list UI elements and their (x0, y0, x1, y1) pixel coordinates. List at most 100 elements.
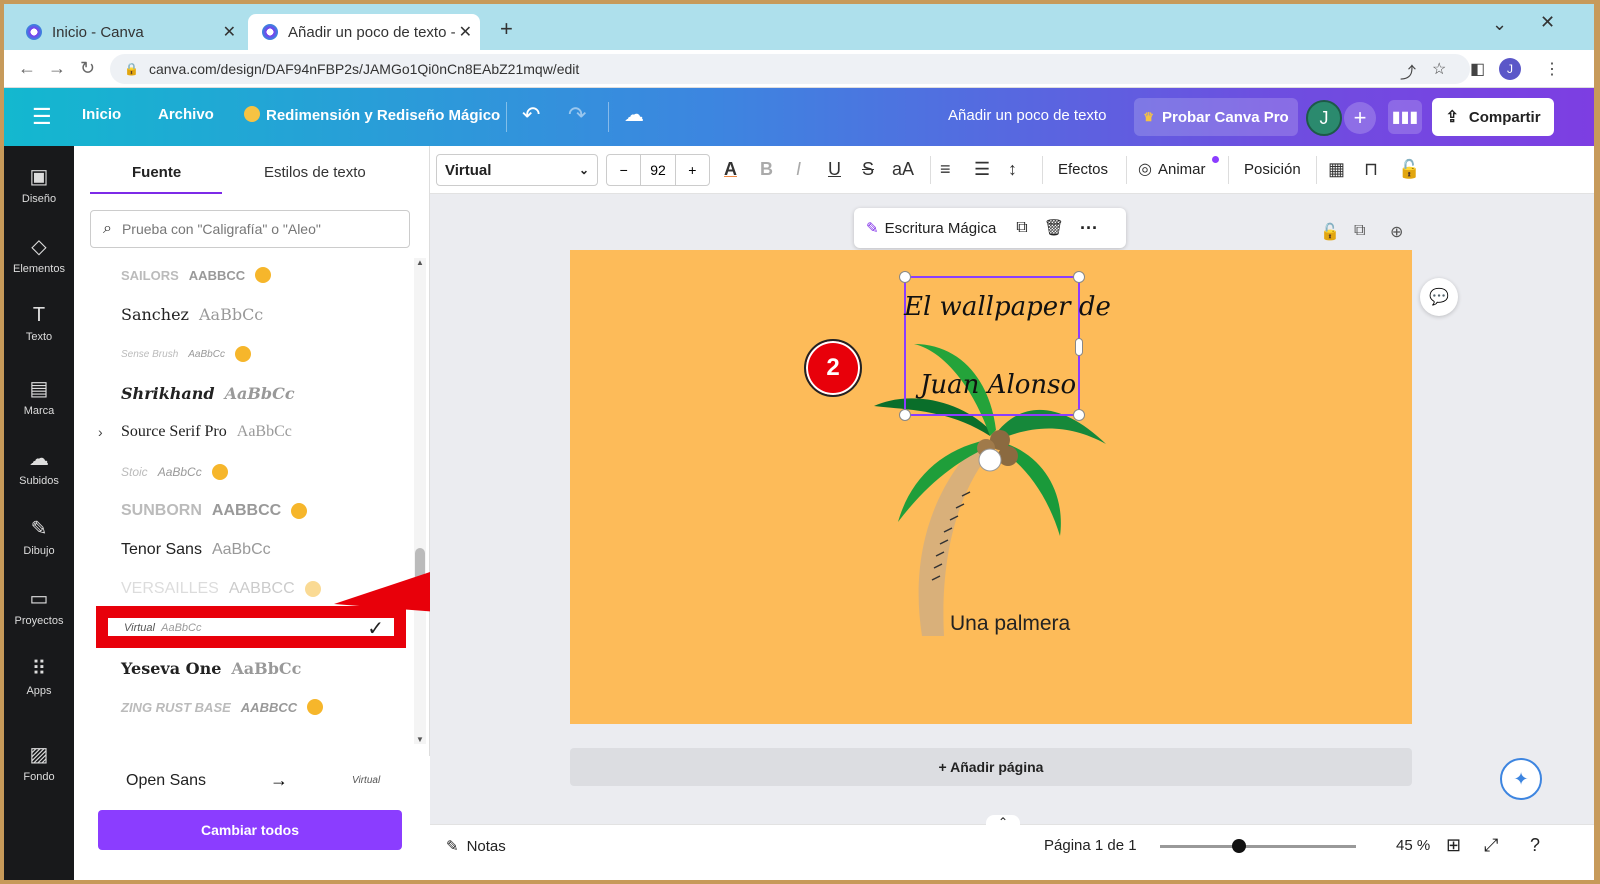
font-item-tenor-sans[interactable]: Tenor Sans AaBbCc (121, 535, 271, 565)
rail-item-design[interactable]: ▣ Diseño (4, 164, 74, 205)
undo-icon[interactable]: ↶ (522, 102, 540, 128)
share-page-icon[interactable]: ⤴ (1400, 59, 1416, 83)
add-page-icon[interactable]: ⊕ (1390, 222, 1403, 242)
share-button[interactable]: ⇪ Compartir (1432, 98, 1554, 136)
magic-resize-button[interactable]: Redimensión y Rediseño Mágico (244, 106, 500, 124)
scroll-down-icon[interactable]: ▼ (416, 735, 424, 744)
decrease-size-button[interactable]: − (607, 155, 642, 185)
zoom-level[interactable]: 45 % (1396, 837, 1430, 854)
text-color-icon[interactable]: A (724, 159, 737, 180)
page-lock-icon[interactable]: 🔓 (1320, 222, 1340, 242)
font-size-value[interactable]: 92 (641, 155, 676, 185)
new-tab-icon[interactable]: + (500, 16, 513, 42)
resize-handle[interactable] (899, 271, 911, 283)
comment-icon[interactable]: 💬 (1420, 278, 1458, 316)
hamburger-menu-icon[interactable]: ☰ (32, 104, 52, 130)
side-panel-icon[interactable]: ◧ (1470, 59, 1485, 79)
tab-text-styles[interactable]: Estilos de texto (264, 164, 366, 181)
replace-all-button[interactable]: Cambiar todos (98, 810, 402, 850)
rail-item-apps[interactable]: ⠿ Apps (4, 656, 74, 697)
more-options-icon[interactable]: ··· (1080, 218, 1098, 239)
transparency-icon[interactable]: ▦ (1328, 159, 1345, 180)
selected-text-box[interactable]: El wallpaper de Juan Alonso (899, 271, 1111, 421)
close-tab-icon[interactable]: ✕ (459, 22, 472, 42)
document-title[interactable]: Añadir un poco de texto (948, 107, 1106, 124)
font-search-input[interactable]: ⌕ Prueba con "Caligrafía" o "Aleo" (90, 210, 410, 248)
strikethrough-icon[interactable]: S (862, 159, 874, 180)
align-center-icon[interactable]: ≡ (940, 159, 951, 180)
bold-icon[interactable]: B (760, 159, 773, 180)
magic-write-button[interactable]: Escritura Mágica (885, 220, 997, 237)
font-item-virtual-selected[interactable]: Virtual AaBbCc ✓ (96, 606, 406, 648)
help-icon[interactable]: ? (1530, 835, 1540, 856)
font-item-shrikhand[interactable]: Shrikhand AaBbCc (121, 378, 295, 408)
cloud-saved-icon[interactable]: ☁ (624, 102, 644, 127)
scroll-up-icon[interactable]: ▲ (416, 258, 424, 267)
browser-menu-icon[interactable]: ⋮ (1544, 59, 1560, 79)
font-item-versailles[interactable]: VERSAILLES AABBCC (121, 574, 321, 604)
font-item-yeseva-one[interactable]: Yeseva One AaBbCc (121, 653, 301, 683)
browser-tab-inicio[interactable]: Inicio - Canva ✕ (12, 14, 244, 50)
try-pro-button[interactable]: ♛ Probar Canva Pro (1134, 98, 1298, 136)
user-avatar[interactable]: J (1306, 100, 1342, 136)
window-close-icon[interactable]: ✕ (1540, 12, 1555, 33)
italic-icon[interactable]: I (796, 159, 801, 180)
font-item-sanchez[interactable]: Sanchez AaBbCc (121, 299, 263, 329)
close-tab-icon[interactable]: ✕ (223, 22, 236, 42)
url-field[interactable]: 🔒 canva.com/design/DAF94nFBP2s/JAMGo1Qi0… (110, 54, 1470, 84)
rail-item-draw[interactable]: ✎ Dibujo (4, 516, 74, 557)
forward-icon[interactable]: → (48, 58, 66, 79)
notes-button[interactable]: ✎ Notas (446, 837, 506, 855)
font-item-source-serif-pro[interactable]: Source Serif Pro AaBbCc (121, 417, 292, 447)
resize-handle[interactable] (899, 409, 911, 421)
rail-item-brand[interactable]: ▤ Marca (4, 376, 74, 417)
font-size-stepper[interactable]: − 92 + (606, 154, 710, 186)
spacing-icon[interactable]: ↕ (1008, 159, 1017, 180)
font-family-select[interactable]: Virtual ⌄ (436, 154, 598, 186)
browser-tab-active[interactable]: Añadir un poco de texto - ✕ (248, 14, 480, 50)
font-list-scrollbar[interactable]: ▲ ▼ (414, 258, 426, 744)
browser-profile-avatar[interactable]: J (1499, 58, 1521, 80)
lock-icon[interactable]: 🔓 (1398, 159, 1420, 180)
rotate-handle-icon[interactable] (978, 448, 1002, 472)
tab-font[interactable]: Fuente (132, 164, 181, 181)
font-item-sailors[interactable]: SAILORS AABBCC (121, 260, 272, 290)
grid-view-icon[interactable]: ⊞ (1446, 835, 1461, 856)
back-icon[interactable]: ← (18, 58, 36, 79)
rail-item-elements[interactable]: ◇ Elementos (4, 234, 74, 275)
font-item-zing-rust-base[interactable]: ZING RUST BASE AABBCC (121, 692, 324, 722)
duplicate-icon[interactable]: ⧉ (1016, 219, 1027, 237)
position-button[interactable]: Posición (1244, 161, 1301, 178)
redo-icon[interactable]: ↷ (568, 102, 586, 128)
paint-roller-icon[interactable]: ⊓ (1364, 159, 1378, 180)
underline-icon[interactable]: U (828, 159, 841, 180)
tab-list-chevron-icon[interactable]: ⌄ (1492, 14, 1507, 35)
magic-assistant-icon[interactable]: ✦ (1500, 758, 1542, 800)
rail-item-background[interactable]: ▨ Fondo (4, 742, 74, 783)
file-menu[interactable]: Archivo (158, 106, 214, 123)
page-indicator[interactable]: Página 1 de 1 (1044, 837, 1137, 854)
resize-handle[interactable] (1075, 338, 1083, 356)
font-item-sense-brush[interactable]: Sense Brush AaBbCc (121, 339, 251, 369)
bookmark-star-icon[interactable]: ☆ (1432, 59, 1446, 79)
home-link[interactable]: Inicio (82, 106, 121, 123)
font-item-stoic[interactable]: Stoic AaBbCc (121, 457, 228, 487)
zoom-slider-knob[interactable] (1232, 839, 1246, 853)
resize-handle[interactable] (1073, 271, 1085, 283)
design-text-line-1[interactable]: El wallpaper de (904, 292, 1111, 322)
zoom-slider[interactable] (1160, 845, 1356, 848)
rail-item-uploads[interactable]: ☁ Subidos (4, 446, 74, 487)
trash-icon[interactable]: 🗑 (1044, 218, 1064, 238)
design-text-line-2[interactable]: Juan Alonso (920, 370, 1076, 400)
letter-case-icon[interactable]: aA (892, 159, 914, 180)
resize-handle[interactable] (1073, 409, 1085, 421)
add-page-button[interactable]: + Añadir página (570, 748, 1412, 786)
rail-item-text[interactable]: T Texto (4, 304, 74, 343)
invite-plus-icon[interactable]: + (1344, 102, 1376, 134)
effects-button[interactable]: Efectos (1058, 161, 1108, 178)
animate-button[interactable]: Animar (1158, 161, 1206, 178)
chevron-right-icon[interactable]: › (98, 424, 103, 440)
chevron-up-icon[interactable]: ⌃ (986, 815, 1021, 829)
increase-size-button[interactable]: + (676, 155, 709, 185)
page-duplicate-icon[interactable]: ⧉ (1354, 222, 1365, 240)
